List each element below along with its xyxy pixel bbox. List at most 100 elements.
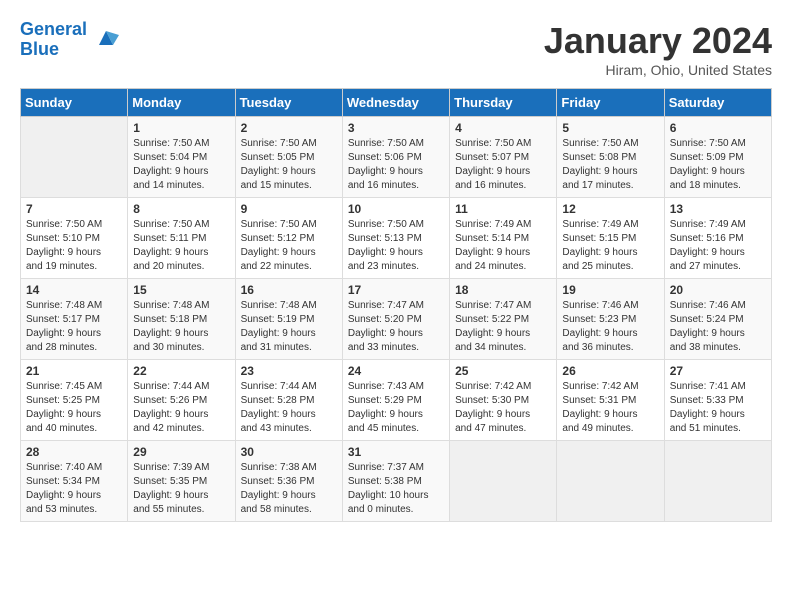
day-info: Sunrise: 7:46 AM Sunset: 5:23 PM Dayligh… [562,299,658,355]
day-info: Sunrise: 7:48 AM Sunset: 5:18 PM Dayligh… [133,299,229,355]
day-number: 20 [670,283,766,297]
cell-w2d6: 20 Sunrise: 7:46 AM Sunset: 5:24 PM Dayli… [664,279,771,360]
cell-w1d4: 11 Sunrise: 7:49 AM Sunset: 5:14 PM Dayli… [450,198,557,279]
cell-w1d5: 12 Sunrise: 7:49 AM Sunset: 5:15 PM Dayli… [557,198,664,279]
week-row-2: 14 Sunrise: 7:48 AM Sunset: 5:17 PM Dayli… [21,279,772,360]
day-number: 2 [241,121,337,135]
location: Hiram, Ohio, United States [544,62,772,78]
day-info: Sunrise: 7:49 AM Sunset: 5:14 PM Dayligh… [455,218,551,274]
cell-w3d6: 27Sunrise: 7:41 AM Sunset: 5:33 PM Dayli… [664,360,771,441]
cell-w3d4: 25 Sunrise: 7:42 AM Sunset: 5:30 PM Dayli… [450,360,557,441]
day-number: 8 [133,202,229,216]
day-info: Sunrise: 7:46 AM Sunset: 5:24 PM Dayligh… [670,299,766,355]
day-number: 15 [133,283,229,297]
cell-w4d6 [664,441,771,522]
cell-w0d4: 4 Sunrise: 7:50 AM Sunset: 5:07 PM Daylig… [450,117,557,198]
cell-w3d5: 26 Sunrise: 7:42 AM Sunset: 5:31 PM Dayli… [557,360,664,441]
day-info: Sunrise: 7:50 AM Sunset: 5:13 PM Dayligh… [348,218,444,274]
day-info: Sunrise: 7:45 AM Sunset: 5:25 PM Dayligh… [26,380,122,436]
cell-w2d3: 17 Sunrise: 7:47 AM Sunset: 5:20 PM Dayli… [342,279,449,360]
day-number: 27 [670,364,766,378]
day-number: 12 [562,202,658,216]
calendar-header: Sunday Monday Tuesday Wednesday Thursday… [21,89,772,117]
day-number: 9 [241,202,337,216]
cell-w4d4 [450,441,557,522]
header-saturday: Saturday [664,89,771,117]
week-row-3: 21 Sunrise: 7:45 AM Sunset: 5:25 PM Dayli… [21,360,772,441]
cell-w0d3: 3Sunrise: 7:50 AM Sunset: 5:06 PM Daylig… [342,117,449,198]
day-number: 26 [562,364,658,378]
day-number: 5 [562,121,658,135]
day-info: Sunrise: 7:50 AM Sunset: 5:07 PM Dayligh… [455,137,551,193]
day-info: Sunrise: 7:49 AM Sunset: 5:15 PM Dayligh… [562,218,658,274]
day-info: Sunrise: 7:50 AM Sunset: 5:10 PM Dayligh… [26,218,122,274]
title-block: January 2024 Hiram, Ohio, United States [544,20,772,78]
day-info: Sunrise: 7:48 AM Sunset: 5:19 PM Dayligh… [241,299,337,355]
day-number: 14 [26,283,122,297]
logo-blue: Blue [20,39,59,59]
day-info: Sunrise: 7:47 AM Sunset: 5:20 PM Dayligh… [348,299,444,355]
cell-w1d1: 8Sunrise: 7:50 AM Sunset: 5:11 PM Daylig… [128,198,235,279]
day-number: 24 [348,364,444,378]
page-header: General Blue January 2024 Hiram, Ohio, U… [20,20,772,78]
day-number: 4 [455,121,551,135]
day-number: 13 [670,202,766,216]
day-number: 19 [562,283,658,297]
day-number: 31 [348,445,444,459]
logo-icon [91,25,121,55]
header-friday: Friday [557,89,664,117]
day-info: Sunrise: 7:43 AM Sunset: 5:29 PM Dayligh… [348,380,444,436]
cell-w1d3: 10 Sunrise: 7:50 AM Sunset: 5:13 PM Dayli… [342,198,449,279]
cell-w1d0: 7 Sunrise: 7:50 AM Sunset: 5:10 PM Daylig… [21,198,128,279]
day-number: 17 [348,283,444,297]
day-info: Sunrise: 7:49 AM Sunset: 5:16 PM Dayligh… [670,218,766,274]
cell-w1d2: 9Sunrise: 7:50 AM Sunset: 5:12 PM Daylig… [235,198,342,279]
day-number: 28 [26,445,122,459]
logo: General Blue [20,20,121,60]
cell-w2d4: 18 Sunrise: 7:47 AM Sunset: 5:22 PM Dayli… [450,279,557,360]
day-number: 3 [348,121,444,135]
header-row: Sunday Monday Tuesday Wednesday Thursday… [21,89,772,117]
day-number: 11 [455,202,551,216]
cell-w4d5 [557,441,664,522]
cell-w3d1: 22Sunrise: 7:44 AM Sunset: 5:26 PM Dayli… [128,360,235,441]
header-wednesday: Wednesday [342,89,449,117]
day-info: Sunrise: 7:47 AM Sunset: 5:22 PM Dayligh… [455,299,551,355]
day-number: 21 [26,364,122,378]
month-title: January 2024 [544,20,772,62]
cell-w4d2: 30Sunrise: 7:38 AM Sunset: 5:36 PM Dayli… [235,441,342,522]
cell-w0d0 [21,117,128,198]
day-number: 29 [133,445,229,459]
week-row-1: 7 Sunrise: 7:50 AM Sunset: 5:10 PM Daylig… [21,198,772,279]
day-number: 22 [133,364,229,378]
calendar-body: 1Sunrise: 7:50 AM Sunset: 5:04 PM Daylig… [21,117,772,522]
day-number: 10 [348,202,444,216]
cell-w3d0: 21 Sunrise: 7:45 AM Sunset: 5:25 PM Dayli… [21,360,128,441]
week-row-4: 28 Sunrise: 7:40 AM Sunset: 5:34 PM Dayli… [21,441,772,522]
cell-w0d1: 1Sunrise: 7:50 AM Sunset: 5:04 PM Daylig… [128,117,235,198]
header-monday: Monday [128,89,235,117]
day-number: 25 [455,364,551,378]
day-info: Sunrise: 7:42 AM Sunset: 5:31 PM Dayligh… [562,380,658,436]
day-info: Sunrise: 7:38 AM Sunset: 5:36 PM Dayligh… [241,461,337,517]
cell-w4d3: 31 Sunrise: 7:37 AM Sunset: 5:38 PM Dayli… [342,441,449,522]
day-info: Sunrise: 7:39 AM Sunset: 5:35 PM Dayligh… [133,461,229,517]
day-number: 7 [26,202,122,216]
cell-w4d1: 29 Sunrise: 7:39 AM Sunset: 5:35 PM Dayli… [128,441,235,522]
header-sunday: Sunday [21,89,128,117]
cell-w2d1: 15 Sunrise: 7:48 AM Sunset: 5:18 PM Dayli… [128,279,235,360]
day-info: Sunrise: 7:50 AM Sunset: 5:04 PM Dayligh… [133,137,229,193]
day-info: Sunrise: 7:42 AM Sunset: 5:30 PM Dayligh… [455,380,551,436]
day-number: 18 [455,283,551,297]
cell-w4d0: 28 Sunrise: 7:40 AM Sunset: 5:34 PM Dayli… [21,441,128,522]
cell-w0d5: 5Sunrise: 7:50 AM Sunset: 5:08 PM Daylig… [557,117,664,198]
day-info: Sunrise: 7:37 AM Sunset: 5:38 PM Dayligh… [348,461,444,517]
day-number: 6 [670,121,766,135]
header-thursday: Thursday [450,89,557,117]
cell-w1d6: 13 Sunrise: 7:49 AM Sunset: 5:16 PM Dayli… [664,198,771,279]
day-info: Sunrise: 7:48 AM Sunset: 5:17 PM Dayligh… [26,299,122,355]
cell-w2d2: 16Sunrise: 7:48 AM Sunset: 5:19 PM Dayli… [235,279,342,360]
day-info: Sunrise: 7:40 AM Sunset: 5:34 PM Dayligh… [26,461,122,517]
cell-w3d3: 24 Sunrise: 7:43 AM Sunset: 5:29 PM Dayli… [342,360,449,441]
cell-w0d2: 2Sunrise: 7:50 AM Sunset: 5:05 PM Daylig… [235,117,342,198]
